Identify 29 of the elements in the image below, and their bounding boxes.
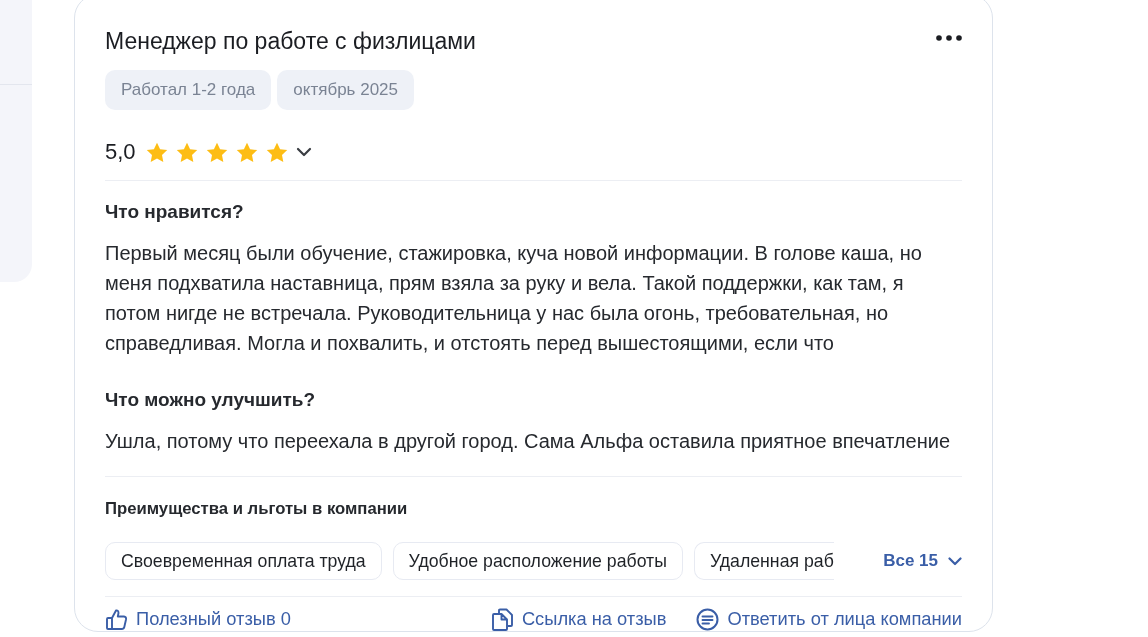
benefit-tag: Удаленная раб [693,542,834,580]
review-text: Ушла, потому что переехала в другой город. Сама Альфа оставила приятное впечатление [105,429,951,454]
review-tag: Работал 1-2 года [105,70,272,110]
show-all-benefits-link[interactable]: Все 15 [883,548,962,574]
more-icon [936,35,962,41]
thumbs-up-icon [105,607,128,631]
star-icon [145,141,168,163]
chat-bubble-icon [696,607,720,631]
star-icon [265,141,288,163]
benefit-tag: Своевременная оплата труда [105,542,382,580]
review-title: Менеджер по работе с физлицами [105,27,476,55]
reply-as-company-link[interactable]: Ответить от лица компании [696,607,962,631]
star-icon [205,141,228,163]
helpful-review-button[interactable]: Полезный отзыв 0 [105,607,291,631]
benefits-heading: Преимущества и льготы в компании [105,498,409,520]
star-icon [235,141,258,163]
copy-document-icon [490,607,514,631]
star-icon [175,141,198,163]
chevron-down-icon [295,147,312,157]
benefit-tag: Удобное расположение работы [392,542,683,580]
review-text: Первый месяц были обучение, стажировка, куча новой информации. В голове каша, но меня подхватила наставница, прям взяла за руку и вела. Такой поддержки, как там, я потом нигде не встречала. Руководительница у нас была огонь, требовательная, но справедливая. Могла и похвалить, и отстоять перед вышестоящими, если что [105,241,923,356]
chevron-down-icon [948,556,962,566]
section-heading: Что нравится? [105,201,245,223]
expand-rating-button[interactable] [295,147,312,157]
more-options-button[interactable] [936,35,962,43]
section-heading: Что можно улучшить? [105,389,317,411]
copy-review-link[interactable]: Ссылка на отзыв [490,607,667,631]
rating-value: 5,0 [105,138,136,166]
review-tag: октябрь 2025 [277,70,414,110]
